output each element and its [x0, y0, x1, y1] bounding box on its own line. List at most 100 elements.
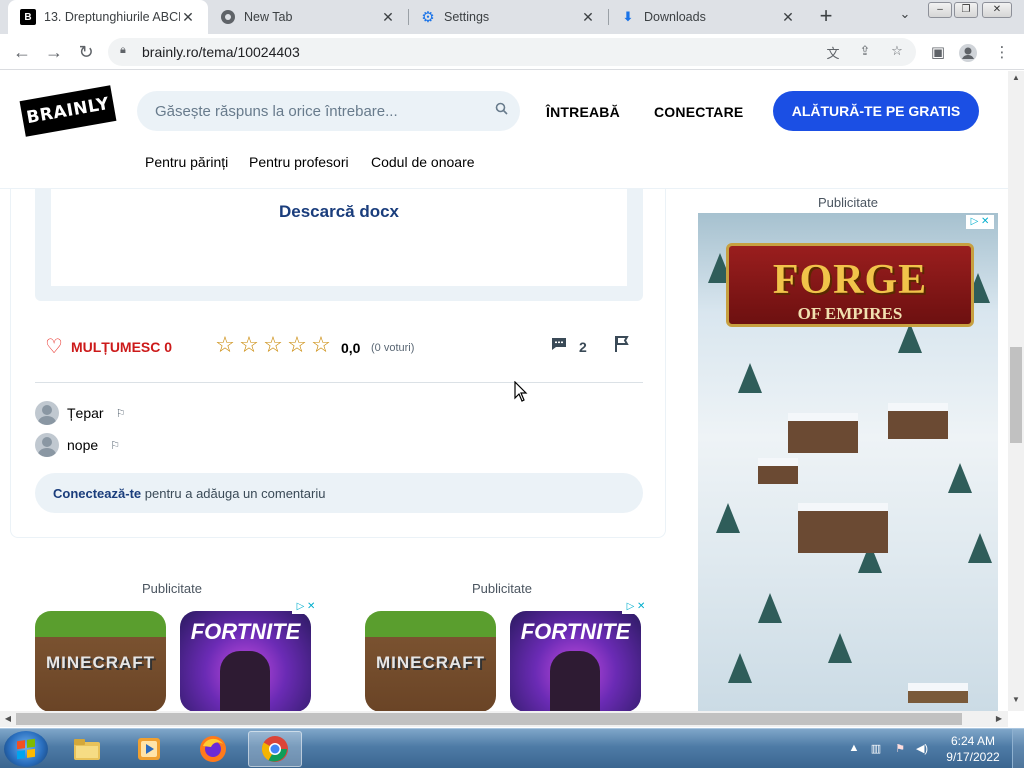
fortnite-ad-tile[interactable]: FORTNITE [180, 611, 311, 711]
kebab-menu-icon[interactable]: ⋮ [992, 43, 1012, 63]
divider [35, 382, 643, 383]
tree-decoration [728, 653, 752, 683]
minecraft-ad-tile[interactable]: MINECRAFT [35, 611, 166, 711]
window-close-button[interactable]: ✕ [982, 2, 1012, 18]
answer-actions: ♡ MULȚUMESC 0 ☆ ☆ ☆ ☆ ☆ 0,0 (0 voturi) 2 [35, 328, 643, 368]
login-link[interactable]: Conectează-te [53, 486, 141, 501]
parents-link[interactable]: Pentru părinți [145, 154, 228, 170]
thanks-button[interactable]: ♡ MULȚUMESC 0 [45, 337, 172, 357]
login-link[interactable]: CONECTARE [654, 104, 743, 120]
boat-decoration [908, 683, 968, 703]
restore-button[interactable]: ❐ [954, 2, 978, 18]
firefox-taskbar-button[interactable] [186, 731, 240, 767]
avatar[interactable] [35, 433, 59, 457]
house-decoration [788, 413, 858, 453]
horizontal-scrollbar[interactable]: ◀ ▶ [0, 711, 1008, 727]
attachment-box: Descarcă docx [35, 171, 643, 301]
search-input[interactable]: Găsește răspuns la orice întrebare... [137, 91, 520, 131]
comment-author[interactable]: Țepar [67, 405, 104, 421]
add-comment-box[interactable]: Conectează-te pentru a adăuga un comenta… [35, 473, 643, 513]
scroll-left-arrow-icon[interactable]: ◀ [1, 711, 15, 727]
thanks-count: 0 [164, 339, 173, 355]
windows-logo-icon [17, 738, 35, 760]
adchoices-icon[interactable]: ▷ ✕ [292, 600, 320, 614]
scrollbar-thumb[interactable] [1010, 347, 1022, 443]
add-comment-text: Conectează-te pentru a adăuga un comenta… [53, 486, 326, 501]
honor-code-link[interactable]: Codul de onoare [371, 154, 475, 170]
browser-tab-strip: B 13. Dreptunghiurile ABCD ✕ New Tab ✕ ⚙… [0, 0, 1024, 34]
minecraft-ad-tile[interactable]: MINECRAFT [365, 611, 496, 711]
ask-link[interactable]: ÎNTREABĂ [546, 104, 620, 120]
search-icon[interactable] [495, 102, 508, 118]
scroll-up-arrow-icon[interactable]: ▲ [1008, 73, 1024, 87]
tab-search-chevron-icon[interactable]: ⌄ [890, 6, 920, 28]
ad-label: Publicitate [818, 195, 878, 210]
back-arrow-icon[interactable]: ← [10, 40, 34, 64]
avatar[interactable] [35, 401, 59, 425]
tab-title: Downloads [644, 10, 706, 24]
star-icon[interactable]: ☆ [213, 333, 237, 357]
download-docx-link[interactable]: Descarcă docx [51, 202, 627, 222]
star-icon[interactable]: ☆ [237, 333, 261, 357]
adchoices-icon[interactable]: ▷ ✕ [966, 215, 994, 229]
scroll-down-arrow-icon[interactable]: ▼ [1008, 695, 1024, 709]
forge-of-empires-ad[interactable]: FORGE OF EMPIRES ▷ ✕ [698, 213, 998, 711]
chrome-icon [220, 9, 236, 25]
volume-icon[interactable]: ◀) [914, 742, 930, 758]
brainly-logo[interactable]: BRAINLY [19, 85, 117, 137]
action-center-flag-icon[interactable]: ⚑ [892, 742, 908, 758]
start-button[interactable] [4, 731, 48, 767]
forward-arrow-icon[interactable]: → [42, 40, 66, 64]
report-flag-icon[interactable]: ⚐ [116, 407, 126, 420]
close-icon[interactable]: ✕ [580, 9, 596, 26]
minecraft-title: MINECRAFT [375, 653, 486, 672]
lock-icon: 🔒︎ [120, 44, 126, 56]
new-tab-button[interactable]: + [812, 4, 840, 30]
tab-downloads[interactable]: ⬇ Downloads ✕ [608, 0, 808, 34]
tab-settings[interactable]: ⚙ Settings ✕ [408, 0, 608, 34]
tab-brainly[interactable]: B 13. Dreptunghiurile ABCD ✕ [8, 0, 208, 34]
close-icon[interactable]: ✕ [180, 9, 196, 26]
gear-icon: ⚙ [421, 9, 435, 26]
star-icon[interactable]: ☆ [261, 333, 285, 357]
ad-label: Publicitate [142, 581, 202, 596]
house-decoration [758, 458, 798, 484]
vertical-scrollbar[interactable]: ▲ ▼ [1008, 71, 1024, 711]
comment-author[interactable]: nope [67, 437, 98, 453]
profile-avatar-icon[interactable] [958, 43, 978, 63]
tab-title: 13. Dreptunghiurile ABCD [44, 10, 180, 24]
scrollbar-thumb[interactable] [16, 713, 962, 725]
star-icon[interactable]: ☆ [285, 333, 309, 357]
scroll-right-arrow-icon[interactable]: ▶ [992, 711, 1006, 727]
translate-icon[interactable]: 文 [824, 43, 842, 61]
show-desktop-button[interactable] [1012, 729, 1024, 768]
network-icon[interactable]: ▥ [868, 742, 884, 758]
address-bar[interactable]: 🔒︎ brainly.ro/tema/10024403 文 ⇪ ☆ [108, 38, 916, 66]
media-player-icon [138, 738, 160, 760]
tab-new-tab[interactable]: New Tab ✕ [208, 0, 408, 34]
file-explorer-taskbar-button[interactable] [60, 731, 114, 767]
star-icon[interactable]: ☆ [309, 333, 333, 357]
tray-expand-arrow-icon[interactable]: ▲ [846, 742, 862, 758]
close-icon[interactable]: ✕ [380, 9, 396, 26]
minimize-button[interactable]: – [928, 2, 952, 18]
comment-item: nope ⚐ [35, 431, 335, 459]
teachers-link[interactable]: Pentru profesori [249, 154, 349, 170]
close-icon[interactable]: ✕ [780, 9, 796, 26]
side-panel-icon[interactable]: ▣ [928, 43, 948, 63]
rating-stars[interactable]: ☆ ☆ ☆ ☆ ☆ [213, 333, 333, 357]
system-clock[interactable]: 6:24 AM 9/17/2022 [938, 733, 1008, 765]
join-free-button[interactable]: ALĂTURĂ-TE PE GRATIS [773, 91, 979, 131]
report-flag-icon[interactable] [614, 335, 630, 358]
reload-icon[interactable]: ↻ [74, 40, 98, 64]
adchoices-icon[interactable]: ▷ ✕ [622, 600, 650, 614]
chrome-taskbar-button[interactable] [248, 731, 302, 767]
bookmark-star-icon[interactable]: ☆ [888, 43, 906, 61]
share-icon[interactable]: ⇪ [856, 43, 874, 61]
report-flag-icon[interactable]: ⚐ [110, 439, 120, 452]
fortnite-ad-tile[interactable]: FORTNITE [510, 611, 641, 711]
comment-icon[interactable] [551, 337, 567, 355]
comment-count: 2 [579, 339, 587, 355]
media-player-taskbar-button[interactable] [122, 731, 176, 767]
tab-title: New Tab [244, 10, 293, 24]
